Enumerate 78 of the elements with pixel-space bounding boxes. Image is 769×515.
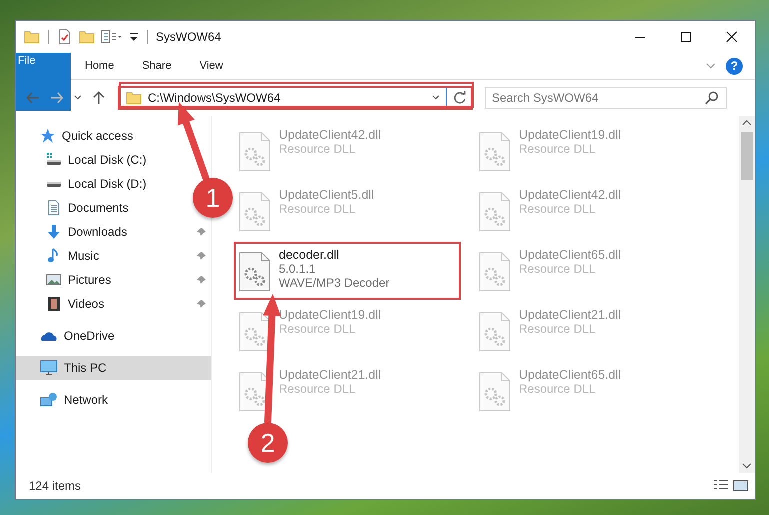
file-name: decoder.dll xyxy=(279,248,340,262)
file-name: UpdateClient19.dll xyxy=(279,308,382,322)
file-detail: Resource DLL xyxy=(519,262,597,276)
nav-item[interactable]: Local Disk (C:) xyxy=(16,148,151,172)
drive-icon xyxy=(47,182,61,186)
nav-item[interactable]: Downloads xyxy=(16,220,211,244)
gear-file-icon xyxy=(239,252,271,292)
file-detail: Resource DLL xyxy=(279,142,357,156)
scroll-down-icon[interactable] xyxy=(742,463,752,469)
nav-item[interactable]: Videos xyxy=(16,292,211,316)
file-detail: Resource DLL xyxy=(279,202,357,216)
nav-item[interactable]: Network xyxy=(16,388,211,412)
gear-file-icon xyxy=(479,372,511,412)
network-icon xyxy=(40,392,58,408)
drive-icon xyxy=(46,152,62,168)
film-icon xyxy=(46,296,62,312)
file-detail: Resource DLL xyxy=(279,322,357,336)
monitor-icon xyxy=(40,360,58,376)
address-path: C:\Windows\SysWOW64 xyxy=(148,91,282,105)
expand-ribbon-icon[interactable] xyxy=(706,63,716,69)
gear-file-icon xyxy=(479,312,511,352)
gear-file-icon xyxy=(239,312,271,352)
refresh-icon[interactable] xyxy=(453,91,467,105)
close-icon xyxy=(726,31,738,43)
file-detail: Resource DLL xyxy=(519,322,597,336)
search-field[interactable]: Search SysWOW64 xyxy=(485,87,727,109)
ribbon-tab[interactable]: Home xyxy=(71,53,128,79)
file-menu-button[interactable]: File xyxy=(16,53,71,111)
search-icon xyxy=(705,91,719,105)
maximize-icon xyxy=(680,31,692,43)
star-icon xyxy=(40,128,56,144)
file-detail: WAVE/MP3 Decoder xyxy=(279,276,390,290)
item-count: 124 items xyxy=(29,479,82,493)
file-detail: Resource DLL xyxy=(519,142,597,156)
dropdown-arrow-icon[interactable] xyxy=(129,32,139,42)
file-item[interactable]: decoder.dll 5.0.1.1 WAVE/MP3 Decoder xyxy=(234,242,461,300)
file-detail: 5.0.1.1 xyxy=(279,262,317,276)
forward-arrow-icon[interactable] xyxy=(50,91,64,105)
file-name: UpdateClient21.dll xyxy=(279,368,382,382)
file-name: UpdateClient42.dll xyxy=(519,188,622,202)
picture-icon xyxy=(46,272,62,288)
folder-icon xyxy=(126,90,142,106)
gear-file-icon xyxy=(239,192,271,232)
nav-item[interactable]: Quick access xyxy=(16,124,211,148)
ribbon-tab[interactable]: Share xyxy=(128,53,186,79)
file-name: UpdateClient65.dll xyxy=(519,248,622,262)
file-name: UpdateClient21.dll xyxy=(519,308,622,322)
file-detail: Resource DLL xyxy=(519,382,597,396)
file-name: UpdateClient65.dll xyxy=(519,368,622,382)
download-arrow-icon xyxy=(46,224,62,240)
gear-file-icon xyxy=(479,192,511,232)
scrollbar-thumb[interactable] xyxy=(741,132,753,180)
nav-item[interactable]: This PC xyxy=(16,356,211,380)
file-name: UpdateClient5.dll xyxy=(279,188,374,202)
nav-item[interactable]: Music xyxy=(16,244,211,268)
nav-item[interactable]: Local Disk (D:) xyxy=(16,172,151,196)
gear-file-icon xyxy=(479,132,511,172)
file-name: UpdateClient19.dll xyxy=(519,128,622,142)
nav-item[interactable]: OneDrive xyxy=(16,324,211,348)
scroll-up-icon[interactable] xyxy=(742,120,752,126)
file-name: UpdateClient42.dll xyxy=(279,128,382,142)
help-button[interactable]: ? xyxy=(726,58,743,74)
gear-file-icon xyxy=(239,132,271,172)
recent-locations-icon[interactable] xyxy=(74,95,82,101)
customize-dropdown-icon[interactable] xyxy=(101,29,123,45)
up-arrow-icon[interactable] xyxy=(92,91,106,105)
window-title: SysWOW64 xyxy=(156,30,222,44)
gear-file-icon xyxy=(479,252,511,292)
document-icon xyxy=(46,200,62,216)
ribbon-tab[interactable]: View xyxy=(186,53,238,79)
scrollbar[interactable] xyxy=(739,116,755,473)
file-detail: Resource DLL xyxy=(279,382,357,396)
nav-item[interactable]: Pictures xyxy=(16,268,211,292)
nav-item[interactable]: Documents xyxy=(16,196,133,220)
large-icons-view-icon[interactable] xyxy=(733,478,749,494)
properties-icon[interactable] xyxy=(57,29,73,45)
address-dropdown-icon[interactable] xyxy=(432,95,440,101)
file-detail: Resource DLL xyxy=(519,202,597,216)
